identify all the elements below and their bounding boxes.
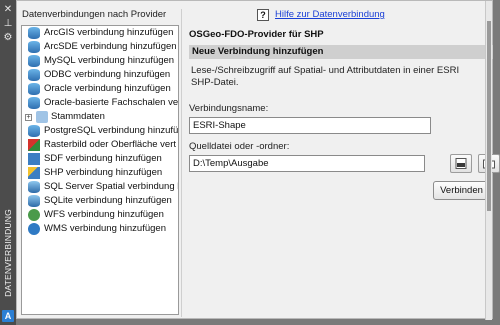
provider-item[interactable]: + Stammdaten: [22, 110, 178, 124]
provider-item-label: SHP verbindung hinzufügen: [44, 167, 163, 178]
database-icon: [28, 83, 40, 95]
scrollbar[interactable]: [485, 1, 492, 320]
palette-title-strip: ✕ ⊥ ⚙ DATENVERBINDUNG A: [0, 0, 16, 325]
connection-name-input[interactable]: [189, 117, 431, 134]
raster-icon: [28, 139, 40, 151]
database-icon: [28, 55, 40, 67]
provider-item-label: SQLite verbindung hinzufügen: [44, 195, 172, 206]
provider-item-label: SQL Server Spatial verbindung l: [44, 181, 179, 192]
database-icon: [28, 69, 40, 81]
provider-item[interactable]: Oracle verbindung hinzufügen: [22, 82, 178, 96]
data-connect-palette: Datenverbindungen nach Provider ArcGIS v…: [16, 0, 500, 320]
database-icon: [28, 125, 40, 137]
browse-file-button[interactable]: [450, 154, 472, 173]
provider-panel-header: Datenverbindungen nach Provider: [22, 9, 167, 20]
database-icon: [28, 41, 40, 53]
connection-form: ? Hilfe zur Datenverbindung OSGeo-FDO-Pr…: [185, 9, 500, 209]
provider-item-label: ArcGIS verbindung hinzufügen: [44, 27, 174, 38]
sdf-icon: [28, 153, 40, 165]
provider-panel: Datenverbindungen nach Provider ArcGIS v…: [21, 9, 180, 317]
provider-item-label: Oracle verbindung hinzufügen: [44, 83, 171, 94]
provider-item-label: PostgreSQL verbindung hinzufü: [44, 125, 179, 136]
help-link[interactable]: Hilfe zur Datenverbindung: [275, 9, 385, 21]
close-icon[interactable]: ✕: [2, 4, 14, 16]
provider-item-label: WMS verbindung hinzufügen: [44, 223, 166, 234]
scrollbar-thumb[interactable]: [487, 21, 491, 211]
sqlite-icon: [28, 195, 40, 207]
provider-item-label: SDF verbindung hinzufügen: [44, 153, 162, 164]
provider-item[interactable]: MySQL verbindung hinzufügen: [22, 54, 178, 68]
provider-item[interactable]: ODBC verbindung hinzufügen: [22, 68, 178, 82]
source-label: Quelldatei oder -ordner:: [189, 141, 290, 152]
palette-title: DATENVERBINDUNG: [3, 209, 13, 297]
expand-icon[interactable]: +: [25, 114, 32, 121]
provider-item[interactable]: WFS verbindung hinzufügen: [22, 208, 178, 222]
provider-item-label: Oracle-basierte Fachschalen ver: [44, 97, 179, 108]
shp-icon: [28, 167, 40, 179]
provider-item-label: ODBC verbindung hinzufügen: [44, 69, 171, 80]
database-icon: [28, 27, 40, 39]
folder-icon: [36, 111, 48, 123]
provider-item[interactable]: Rasterbild oder Oberfläche vert: [22, 138, 178, 152]
provider-tree: ArcGIS verbindung hinzufügen ArcSDE verbi…: [21, 25, 179, 315]
app-logo-icon: A: [2, 310, 14, 322]
provider-item[interactable]: ArcSDE verbindung hinzufügen: [22, 40, 178, 54]
provider-item[interactable]: SQLite verbindung hinzufügen: [22, 194, 178, 208]
provider-item-label: Rasterbild oder Oberfläche vert: [44, 139, 177, 150]
provider-item[interactable]: SQL Server Spatial verbindung l: [22, 180, 178, 194]
provider-item-label: ArcSDE verbindung hinzufügen: [44, 41, 177, 52]
connection-name-label: Verbindungsname:: [189, 103, 269, 114]
panel-splitter[interactable]: [181, 9, 182, 317]
properties-icon[interactable]: ⚙: [2, 32, 14, 44]
provider-description: Lese-/Schreibzugriff auf Spatial- und At…: [191, 65, 460, 88]
provider-title: OSGeo-FDO-Provider für SHP: [189, 29, 324, 40]
provider-item[interactable]: PostgreSQL verbindung hinzufü: [22, 124, 178, 138]
database-icon: [28, 97, 40, 109]
provider-item[interactable]: Oracle-basierte Fachschalen ver: [22, 96, 178, 110]
provider-item-label: Stammdaten: [51, 111, 105, 122]
connect-button[interactable]: Verbinden: [433, 181, 490, 200]
provider-item[interactable]: SDF verbindung hinzufügen: [22, 152, 178, 166]
sqlserver-icon: [28, 181, 40, 193]
auto-hide-icon[interactable]: ⊥: [2, 18, 14, 30]
wms-icon: [28, 223, 40, 235]
provider-item[interactable]: ArcGIS verbindung hinzufügen: [22, 26, 178, 40]
shp-file-icon: [455, 158, 467, 169]
provider-item-label: MySQL verbindung hinzufügen: [44, 55, 175, 66]
provider-item[interactable]: SHP verbindung hinzufügen: [22, 166, 178, 180]
wfs-icon: [28, 209, 40, 221]
provider-item[interactable]: WMS verbindung hinzufügen: [22, 222, 178, 236]
provider-item-label: WFS verbindung hinzufügen: [44, 209, 164, 220]
source-path-input[interactable]: [189, 155, 425, 172]
section-header: Neue Verbindung hinzufügen: [189, 45, 493, 59]
help-icon[interactable]: ?: [257, 9, 269, 21]
